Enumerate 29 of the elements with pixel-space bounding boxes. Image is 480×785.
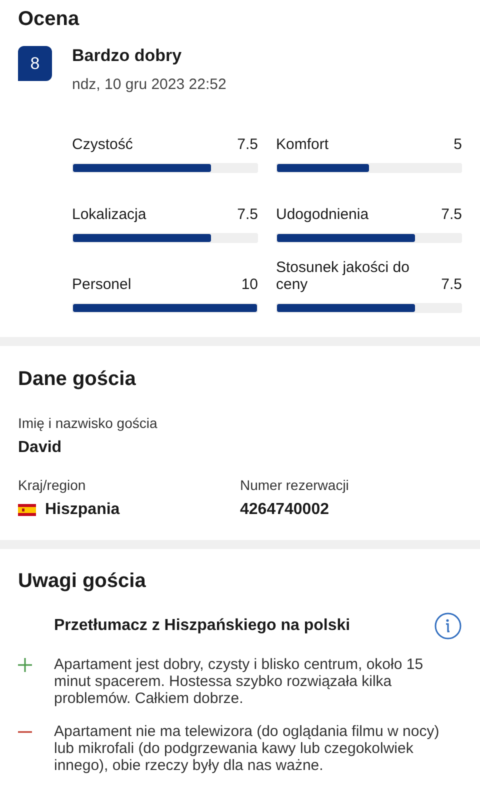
flag-icon: [18, 504, 36, 516]
field-label: Imię i nazwisko gościa: [18, 414, 158, 432]
section-title: Ocena: [18, 7, 80, 32]
score-badge: 8: [18, 46, 52, 81]
rating-verdict: Bardzo dobry: [72, 45, 183, 67]
country-name: Hiszpania: [45, 500, 120, 520]
category-score: 7.5: [441, 205, 462, 223]
category-score: 7.5: [237, 135, 258, 153]
booking-number: 4264740002: [240, 500, 330, 520]
field-label: Kraj/region: [18, 476, 87, 494]
category-score: 7.5: [441, 275, 462, 293]
category-label: Udogodnienia: [276, 205, 370, 223]
category-score: 5: [454, 135, 462, 153]
category-label: Lokalizacja: [72, 205, 148, 223]
translation-note: Przetłumacz z Hiszpańskiego na polski: [54, 616, 350, 636]
comment-text: Apartament nie ma telewizora (do oglądania filmu w nocy) lub mikrofali (do podgrzewania kawy lub czegokolwiek innego), obie rzeczy były dla nas ważne.: [54, 723, 440, 774]
comment-text: Apartament jest dobry, czysty i blisko centrum, około 15 minut spacerem. Hostessa szybko rozwiązała kilka problemów. Całkiem dobrze.: [54, 656, 424, 707]
section-title: Dane gościa: [18, 367, 137, 392]
category-label: Personel: [72, 275, 132, 293]
category-score: 10: [241, 275, 258, 293]
category-label: Stosunek jakości do ceny: [276, 259, 410, 293]
review-date: ndz, 10 gru 2023 22:52: [72, 75, 226, 95]
category-label: Czystość: [72, 135, 134, 153]
category-label: Komfort: [276, 135, 330, 153]
field-label: Numer rezerwacji: [240, 476, 350, 494]
category-score: 7.5: [237, 205, 258, 223]
section-title: Uwagi gościa: [18, 569, 147, 594]
guest-name: David: [18, 438, 63, 458]
info-icon[interactable]: [434, 612, 462, 640]
